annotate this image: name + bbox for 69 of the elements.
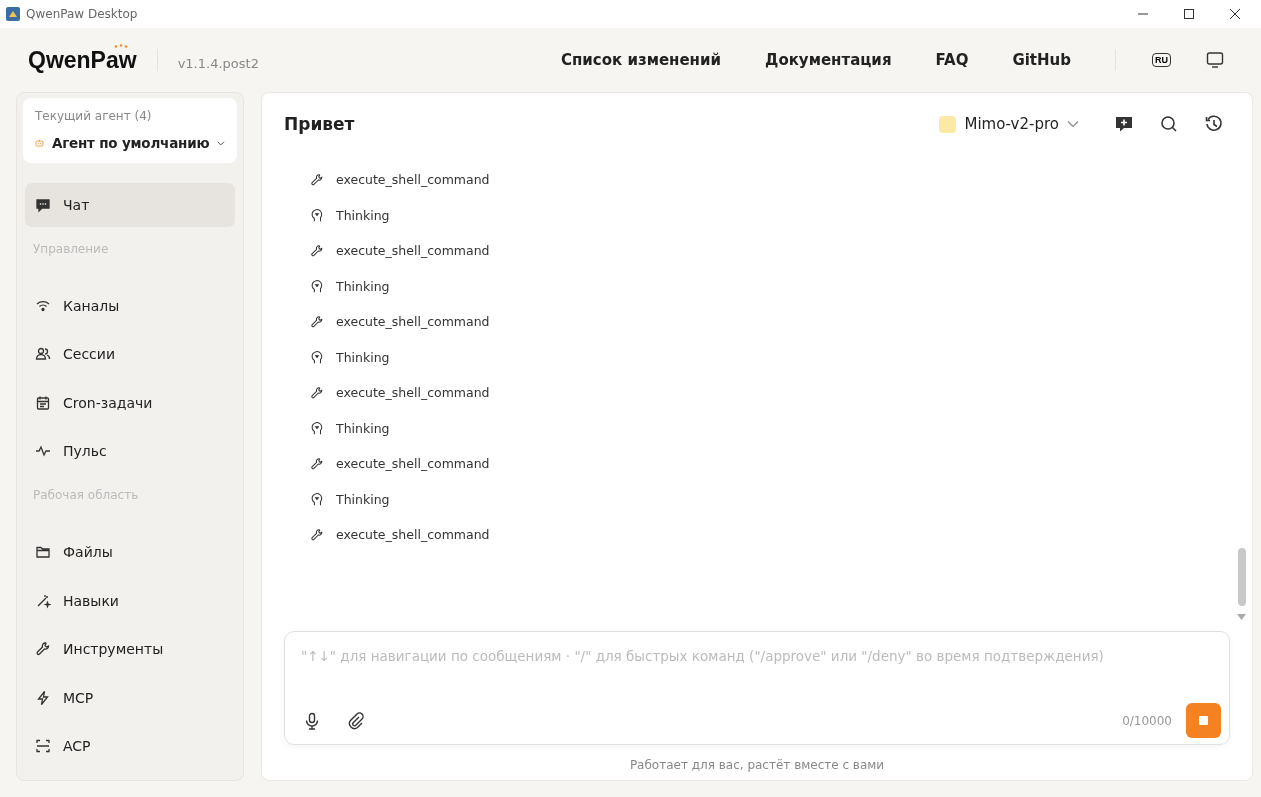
agent-name: Агент по умолчанию: [51, 135, 210, 151]
search-icon[interactable]: [1159, 114, 1179, 134]
wand-icon: [35, 592, 51, 609]
sidebar-item[interactable]: Сессии: [25, 332, 235, 377]
message-step[interactable]: execute_shell_command: [310, 517, 1252, 553]
footer-text: Работает для вас, растёт вместе с вами: [628, 757, 886, 772]
wrench-icon: [310, 243, 324, 258]
nav-link[interactable]: Документация: [765, 51, 892, 69]
sidebar-item[interactable]: MCP: [25, 675, 235, 720]
sidebar-item[interactable]: Файлы: [25, 529, 235, 574]
message-step[interactable]: Thinking: [310, 410, 1252, 446]
wrench-icon: [310, 385, 324, 400]
sidebar-item[interactable]: Инструменты: [25, 627, 235, 672]
nav-link[interactable]: GitHub: [1012, 51, 1071, 69]
chat-title: Привет: [284, 114, 355, 134]
sidebar-item[interactable]: Чат: [25, 183, 235, 227]
bolt-icon: [35, 689, 51, 706]
sidebar-item[interactable]: Пульс: [25, 429, 235, 474]
monitor-icon[interactable]: [1205, 50, 1225, 70]
head-icon: [310, 492, 324, 507]
nav-link[interactable]: FAQ: [935, 51, 969, 69]
message-step[interactable]: execute_shell_command: [310, 162, 1252, 198]
wrench-icon: [310, 314, 324, 329]
wrench-icon: [35, 641, 51, 658]
stop-button[interactable]: [1186, 703, 1221, 738]
message-step[interactable]: execute_shell_command: [310, 233, 1252, 269]
app-icon: [6, 7, 20, 21]
microphone-icon[interactable]: [303, 711, 321, 730]
head-icon: [310, 350, 324, 365]
chat-icon: [35, 197, 51, 213]
wrench-icon: [310, 527, 324, 542]
sidebar-item[interactable]: ACP: [25, 724, 235, 769]
paperclip-icon[interactable]: [347, 711, 365, 730]
logo: QwenPaw: [28, 46, 137, 74]
chevron-icon: [1067, 120, 1079, 128]
language-button[interactable]: RU: [1152, 53, 1171, 67]
message-step[interactable]: Thinking: [310, 268, 1252, 304]
version-label: v1.1.4.post2: [177, 55, 259, 71]
character-counter: 0/10000: [1122, 713, 1172, 728]
message-step[interactable]: execute_shell_command: [310, 375, 1252, 411]
head-icon: [310, 421, 324, 436]
message-step[interactable]: Thinking: [310, 339, 1252, 375]
section-label: Рабочая область: [32, 486, 140, 504]
users-icon: [35, 346, 51, 363]
calendar-icon: [35, 394, 51, 411]
section-label: Управление: [32, 240, 110, 258]
close-icon[interactable]: [1229, 8, 1241, 20]
nav-link[interactable]: Список изменений: [560, 51, 721, 69]
window-title: QwenPaw Desktop: [26, 7, 138, 21]
agent-label: Текущий агент (4): [35, 109, 153, 123]
scrollbar-thumb[interactable]: [1237, 548, 1246, 606]
sidebar-item[interactable]: Навыки: [25, 578, 235, 623]
chevron-icon: [217, 138, 225, 148]
sidebar-item[interactable]: Cron-задачи: [25, 380, 235, 425]
message-step[interactable]: execute_shell_command: [310, 304, 1252, 340]
head-icon: [310, 208, 324, 223]
sidebar-item[interactable]: Каналы: [25, 283, 235, 328]
new-chat-icon[interactable]: [1114, 114, 1134, 134]
wrench-icon: [310, 456, 324, 471]
message-step[interactable]: execute_shell_command: [310, 446, 1252, 482]
wrench-icon: [310, 172, 324, 187]
scan-icon: [35, 738, 51, 755]
message-step[interactable]: Thinking: [310, 481, 1252, 517]
head-icon: [310, 279, 324, 294]
agent-card[interactable]: Текущий агент (4) Агент по умолчанию: [23, 98, 237, 163]
message-step[interactable]: Thinking: [310, 197, 1252, 233]
history-icon[interactable]: [1204, 114, 1224, 134]
maximize-icon[interactable]: [1183, 8, 1195, 20]
model-selector[interactable]: Mimo-v2-pro: [933, 114, 1085, 134]
